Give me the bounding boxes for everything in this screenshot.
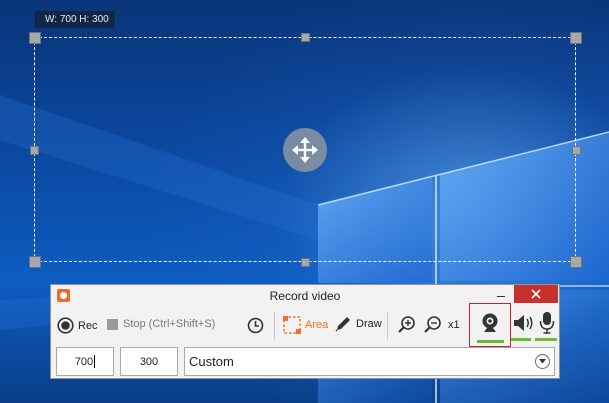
resize-handle-top-left[interactable] — [29, 32, 41, 44]
rec-label: Rec — [78, 319, 98, 332]
stop-button[interactable]: Stop (Ctrl+Shift+S) — [107, 318, 215, 330]
area-icon — [283, 316, 301, 334]
resize-handle-bottom-right[interactable] — [570, 256, 582, 268]
resize-handle-bottom[interactable] — [301, 258, 310, 267]
stop-icon — [107, 318, 118, 330]
speaker-button[interactable] — [512, 313, 534, 333]
speaker-level-bar — [511, 338, 531, 341]
webcam-level-bar — [477, 340, 504, 343]
preset-select[interactable]: Custom — [184, 347, 555, 376]
size-fields: 700 300 Custom — [51, 347, 559, 379]
preset-value: Custom — [189, 354, 234, 369]
width-input[interactable]: 700 — [56, 347, 114, 376]
width-value: 700 — [74, 355, 94, 368]
webcam-icon — [482, 313, 498, 332]
resize-handle-bottom-left[interactable] — [29, 256, 41, 268]
zoom-level: x1 — [448, 319, 460, 331]
area-label: Area — [305, 319, 329, 331]
area-button[interactable]: Area — [283, 316, 328, 334]
move-icon — [292, 137, 318, 163]
close-icon — [531, 289, 541, 299]
height-input[interactable]: 300 — [120, 347, 178, 376]
zoom-in-icon — [398, 316, 415, 333]
record-video-window: Record video Rec Stop (Ctrl+Shift+S) Are… — [50, 284, 560, 379]
toolbar-separator — [274, 312, 275, 340]
microphone-level-bar — [535, 338, 557, 341]
timer-button[interactable] — [247, 317, 264, 334]
zoom-in-button[interactable] — [397, 315, 416, 334]
close-button[interactable] — [514, 285, 558, 303]
preset-dropdown-button[interactable] — [535, 354, 550, 369]
resize-handle-top[interactable] — [301, 33, 310, 42]
zoom-level-text: x1 — [448, 319, 460, 331]
microphone-button[interactable] — [539, 311, 555, 335]
webcam-button[interactable] — [469, 303, 511, 347]
toolbar-separator — [387, 312, 388, 340]
resize-handle-top-right[interactable] — [570, 32, 582, 44]
speaker-icon — [514, 315, 533, 331]
zoom-out-icon — [424, 316, 441, 333]
microphone-icon — [539, 312, 555, 334]
draw-label: Draw — [356, 318, 382, 330]
minimize-button[interactable] — [487, 285, 514, 303]
zoom-out-button[interactable] — [423, 315, 442, 334]
minimize-icon — [496, 295, 505, 297]
resize-handle-left[interactable] — [30, 146, 39, 155]
rec-button[interactable]: Rec — [57, 317, 98, 334]
draw-button[interactable]: Draw — [334, 315, 382, 333]
record-icon — [57, 317, 74, 334]
stop-label: Stop (Ctrl+Shift+S) — [123, 318, 216, 330]
pencil-icon — [335, 317, 350, 332]
resize-handle-right[interactable] — [572, 146, 581, 155]
selection-size-label: W: 700 H: 300 — [35, 11, 115, 28]
height-value: 300 — [139, 355, 159, 368]
text-caret — [94, 355, 96, 368]
window-title: Record video — [269, 289, 341, 303]
move-area-button[interactable] — [283, 128, 327, 172]
timer-icon — [247, 317, 264, 334]
chevron-down-icon — [539, 359, 546, 364]
